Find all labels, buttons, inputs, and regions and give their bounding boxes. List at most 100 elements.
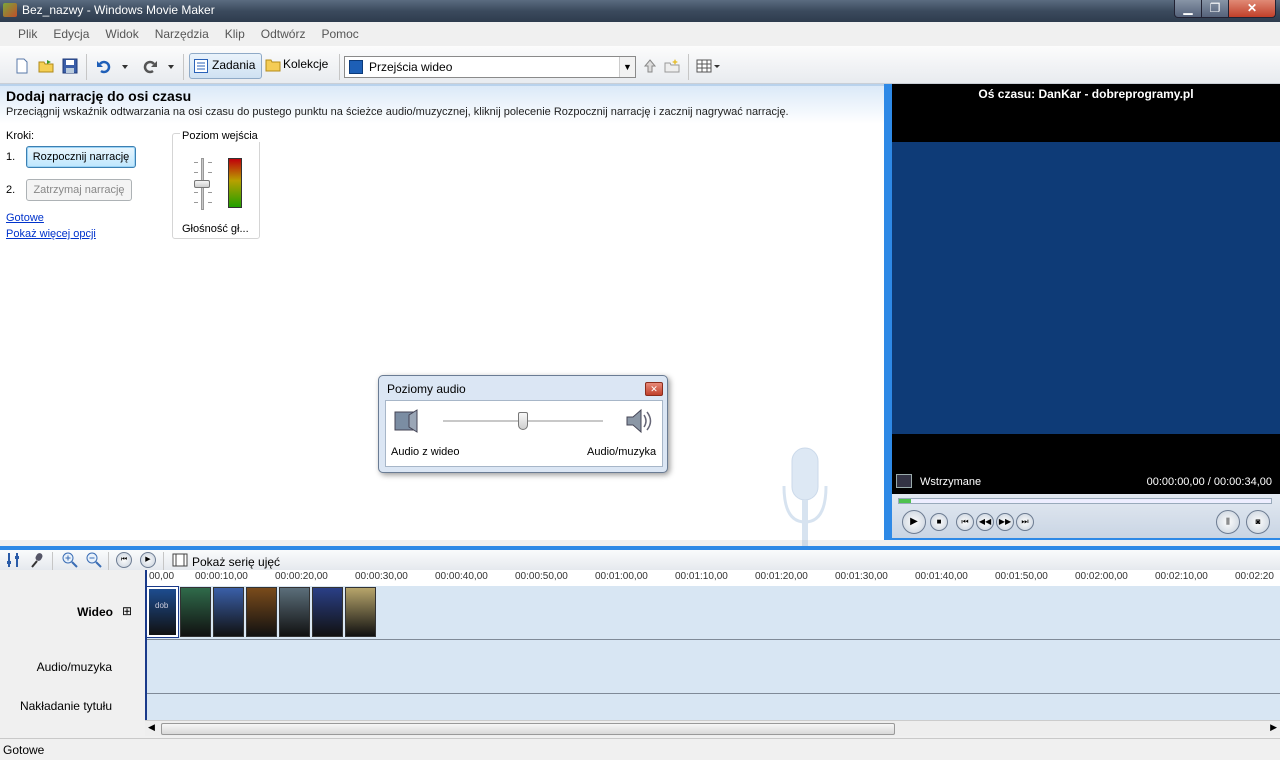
- window-title: Bez_nazwy - Windows Movie Maker: [22, 3, 215, 17]
- done-link[interactable]: Gotowe: [6, 212, 44, 224]
- scroll-left-icon[interactable]: ◀: [148, 722, 155, 733]
- ruler-label: 00:01:00,00: [595, 571, 648, 582]
- expand-video-track-icon[interactable]: ⊞: [122, 604, 132, 618]
- track-labels: Wideo ⊞ Audio/muzyka Nakładanie tytułu: [0, 586, 145, 720]
- menu-pomoc[interactable]: Pomoc: [313, 27, 366, 41]
- menu-plik[interactable]: Plik: [10, 27, 45, 41]
- dialog-close-icon[interactable]: ✕: [645, 382, 663, 396]
- ruler-label: 00,00: [149, 571, 175, 582]
- toolbar-separator: [108, 552, 109, 570]
- zoom-in-icon[interactable]: [62, 552, 78, 568]
- previous-frame-icon[interactable]: ⏮: [956, 513, 974, 531]
- toolbar-separator: [163, 552, 164, 570]
- rewind-timeline-icon[interactable]: ⏮: [116, 552, 132, 568]
- menu-edycja[interactable]: Edycja: [45, 27, 97, 41]
- video-clip[interactable]: [312, 587, 343, 637]
- timeline-ruler[interactable]: 00,00 00:00:10,00 00:00:20,00 00:00:30,00 00…: [145, 570, 1280, 586]
- tasks-button[interactable]: Zadania: [189, 53, 263, 79]
- show-more-options-link[interactable]: Pokaż więcej opcji: [6, 228, 96, 240]
- new-project-icon[interactable]: [14, 58, 30, 74]
- folder-icon: [265, 59, 281, 72]
- seek-bar[interactable]: [898, 498, 1272, 504]
- monitor-letterbox-top: [892, 104, 1280, 142]
- zoom-out-icon[interactable]: [86, 552, 102, 568]
- ruler-label: 00:01:30,00: [835, 571, 888, 582]
- video-clip[interactable]: [345, 587, 376, 637]
- maximize-button[interactable]: ❐: [1201, 0, 1229, 18]
- toolbar-separator: [86, 54, 87, 80]
- video-clip[interactable]: [180, 587, 211, 637]
- views-menu-icon[interactable]: [696, 58, 722, 74]
- storyboard-icon: [172, 553, 188, 567]
- start-narration-button[interactable]: Rozpocznij narrację: [26, 146, 136, 168]
- save-icon[interactable]: [62, 58, 78, 74]
- task-view-select-value: Przejścia wideo: [369, 60, 453, 74]
- open-project-icon[interactable]: [38, 58, 54, 74]
- volume-label: Głośność gł...: [182, 223, 249, 235]
- input-level-slider-thumb[interactable]: [194, 180, 210, 188]
- track-label-video: Wideo: [77, 605, 113, 619]
- next-frame-icon[interactable]: ⏭: [1016, 513, 1034, 531]
- menu-narzedzia[interactable]: Narzędzia: [147, 27, 217, 41]
- tasks-icon: [194, 59, 208, 73]
- status-bar: Gotowe: [0, 738, 1280, 760]
- ruler-label: 00:00:10,00: [195, 571, 248, 582]
- scrollbar-thumb[interactable]: [161, 723, 895, 735]
- menu-bar: Plik Edycja Widok Narzędzia Klip Odtwórz Pomoc: [0, 22, 1280, 46]
- timeline-scrollbar[interactable]: ◀ ▶: [145, 720, 1280, 736]
- menu-widok[interactable]: Widok: [97, 27, 146, 41]
- toolbar-separator: [52, 552, 53, 570]
- stop-narration-button[interactable]: Zatrzymaj narrację: [26, 179, 132, 201]
- close-button[interactable]: ✕: [1228, 0, 1276, 18]
- slider-tick: [208, 172, 212, 173]
- rewind-icon[interactable]: ◀◀: [976, 513, 994, 531]
- set-audio-levels-icon[interactable]: [6, 552, 20, 568]
- video-clip[interactable]: dob: [146, 586, 179, 638]
- undo-icon[interactable]: [96, 58, 112, 74]
- task-view-select[interactable]: Przejścia wideo ▼: [344, 56, 636, 78]
- video-clip[interactable]: [213, 587, 244, 637]
- toolbar-separator: [183, 54, 184, 80]
- redo-icon[interactable]: [142, 58, 158, 74]
- slider-tick: [208, 192, 212, 193]
- video-track[interactable]: dob: [145, 586, 1280, 640]
- new-collection-folder-icon[interactable]: [664, 58, 680, 74]
- minimize-button[interactable]: ▁: [1174, 0, 1202, 18]
- chevron-down-icon[interactable]: ▼: [619, 57, 635, 77]
- slider-tick: [194, 192, 198, 193]
- title-bar: Bez_nazwy - Windows Movie Maker ▁ ❐ ✕: [0, 0, 1280, 22]
- show-storyboard-button[interactable]: Pokaż serię ujęć: [192, 555, 280, 569]
- monitor-letterbox-bottom: [892, 434, 1280, 470]
- input-level-meter: [228, 158, 242, 208]
- scroll-right-icon[interactable]: ▶: [1270, 722, 1277, 733]
- redo-dropdown-icon[interactable]: [166, 58, 176, 74]
- collection-up-icon[interactable]: [642, 58, 658, 74]
- undo-dropdown-icon[interactable]: [120, 58, 130, 74]
- ruler-label: 00:02:20: [1235, 571, 1274, 582]
- slider-tick: [208, 162, 212, 163]
- steps-label: Kroki:: [6, 130, 35, 142]
- split-clip-icon[interactable]: ⫼: [1216, 510, 1240, 534]
- play-icon[interactable]: ▶: [902, 510, 926, 534]
- video-clip[interactable]: [246, 587, 277, 637]
- audio-music-track[interactable]: [145, 640, 1280, 694]
- audio-balance-thumb[interactable]: [518, 412, 528, 430]
- playback-indicator[interactable]: [145, 570, 147, 720]
- forward-icon[interactable]: ▶▶: [996, 513, 1014, 531]
- narrate-timeline-icon[interactable]: [30, 552, 44, 568]
- ruler-label: 00:01:20,00: [755, 571, 808, 582]
- stop-icon[interactable]: ■: [930, 513, 948, 531]
- ruler-label: 00:00:20,00: [275, 571, 328, 582]
- title-overlay-track[interactable]: [145, 694, 1280, 720]
- take-picture-icon[interactable]: ◙: [1246, 510, 1270, 534]
- menu-klip[interactable]: Klip: [217, 27, 253, 41]
- video-clip[interactable]: [279, 587, 310, 637]
- play-timeline-icon[interactable]: ▶: [140, 552, 156, 568]
- collections-button[interactable]: Kolekcje: [261, 53, 334, 79]
- step-2-number: 2.: [6, 184, 16, 196]
- task-title: Dodaj narrację do osi czasu: [6, 88, 192, 104]
- ruler-label: 00:01:50,00: [995, 571, 1048, 582]
- fullscreen-icon[interactable]: [896, 474, 912, 488]
- ruler-label: 00:01:10,00: [675, 571, 728, 582]
- menu-odtworz[interactable]: Odtwórz: [253, 27, 314, 41]
